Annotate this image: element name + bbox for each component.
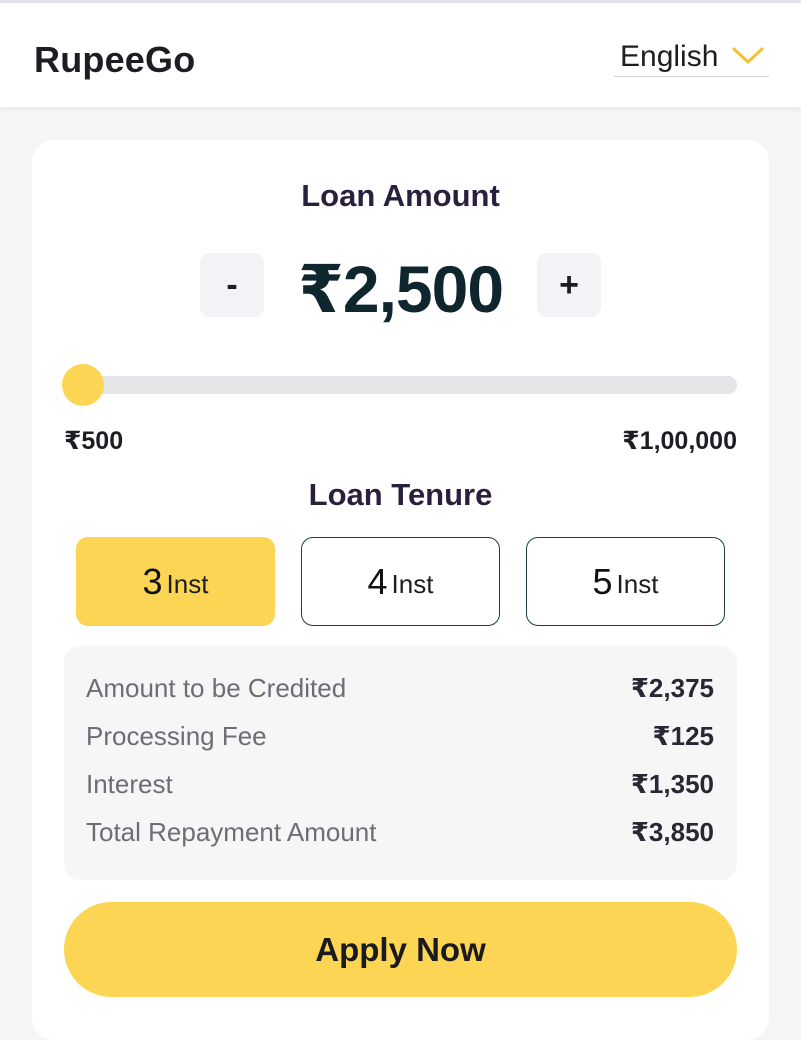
amount-slider-track[interactable]: [62, 364, 737, 406]
slider-max-label: ₹1,00,000: [622, 427, 737, 455]
tenure-count: 5: [592, 560, 613, 602]
tenure-unit: Inst: [166, 569, 209, 599]
loan-amount-value: ₹2,500: [297, 252, 504, 326]
summary-label: Interest: [86, 769, 173, 799]
loan-calculator-card: Loan Amount - ₹2,500 + ₹500 ₹1,00,000 Lo…: [32, 140, 769, 1040]
amount-stepper: - ₹2,500 +: [32, 252, 769, 326]
summary-value: ₹1,350: [630, 769, 714, 799]
summary-label: Amount to be Credited: [86, 673, 347, 703]
app-header: RupeeGo English: [0, 3, 801, 107]
chevron-down-icon: [732, 47, 764, 64]
tenure-count: 4: [367, 560, 388, 602]
tenure-option-5[interactable]: 5 Inst: [526, 537, 725, 626]
summary-row-processing-fee: Processing Fee ₹125: [86, 721, 714, 753]
summary-value: ₹125: [652, 721, 714, 751]
summary-label: Total Repayment Amount: [86, 817, 377, 847]
tenure-options: 3 Inst 4 Inst 5 Inst: [76, 537, 725, 626]
loan-amount-title: Loan Amount: [301, 178, 500, 213]
summary-row-total-repayment: Total Repayment Amount ₹3,850: [86, 817, 714, 849]
summary-row-interest: Interest ₹1,350: [86, 769, 714, 801]
loan-tenure-title: Loan Tenure: [308, 477, 493, 512]
language-label: English: [620, 39, 719, 73]
tenure-count: 3: [142, 560, 163, 602]
tenure-option-4[interactable]: 4 Inst: [301, 537, 500, 626]
summary-row-amount-credited: Amount to be Credited ₹2,375: [86, 673, 714, 705]
tenure-unit: Inst: [616, 569, 659, 599]
summary-label: Processing Fee: [86, 721, 267, 751]
apply-now-button[interactable]: Apply Now: [64, 902, 737, 997]
slider-min-label: ₹500: [64, 427, 124, 455]
brand-logo-text: RupeeGo: [34, 39, 196, 80]
loan-summary: Amount to be Credited ₹2,375 Processing …: [64, 646, 737, 880]
increment-button[interactable]: +: [537, 253, 601, 317]
language-selector[interactable]: English: [614, 37, 769, 77]
tenure-option-3[interactable]: 3 Inst: [76, 537, 275, 626]
amount-slider-thumb[interactable]: [62, 364, 104, 406]
summary-value: ₹2,375: [630, 673, 714, 703]
tenure-unit: Inst: [391, 569, 434, 599]
summary-value: ₹3,850: [630, 817, 714, 847]
